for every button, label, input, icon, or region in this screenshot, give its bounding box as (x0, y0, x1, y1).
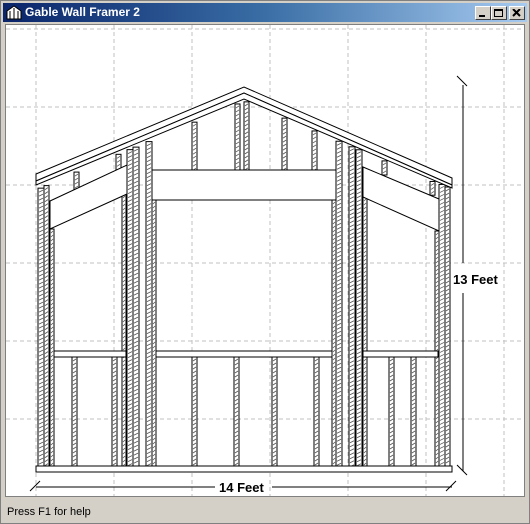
maximize-button[interactable] (491, 6, 507, 20)
maximize-icon (494, 9, 503, 17)
end-stud-right (438, 183, 446, 467)
gable-house-icon[interactable] (6, 5, 22, 20)
close-icon (512, 9, 521, 17)
close-button[interactable] (509, 6, 525, 20)
sill-cripple-stud (271, 356, 278, 467)
status-text: Press F1 for help (7, 506, 91, 518)
cripple-stud (243, 101, 250, 171)
cripple-stud (429, 180, 436, 196)
status-bar: Press F1 for help (3, 501, 529, 523)
gable-wall-drawing: 13 Feet 14 Feet (6, 25, 524, 496)
drawing-canvas[interactable]: 13 Feet 14 Feet (5, 24, 525, 497)
cripple-stud (311, 130, 318, 172)
end-stud-left (37, 187, 45, 467)
cripple-stud (191, 121, 198, 171)
jack-stud (331, 199, 337, 467)
sill-cripple-stud (313, 356, 320, 467)
cripple-stud (234, 103, 241, 171)
jack-stud (49, 228, 55, 467)
window-title: Gable Wall Framer 2 (25, 5, 140, 19)
jack-stud (434, 230, 440, 467)
width-label: 14 Feet (219, 480, 264, 495)
jack-stud (121, 193, 127, 467)
minimize-button[interactable] (475, 6, 491, 20)
bottom-plate (35, 465, 453, 473)
cripple-stud (281, 117, 288, 171)
sill-cripple-stud (71, 356, 78, 467)
minimize-icon (479, 15, 485, 17)
king-stud (145, 141, 153, 467)
title-bar[interactable]: Gable Wall Framer 2 (3, 3, 527, 22)
end-stud-right (444, 186, 451, 467)
king-stud (132, 146, 140, 467)
center-window-header (151, 169, 337, 201)
cripple-stud (381, 160, 388, 176)
end-stud-left (43, 185, 50, 467)
sill-cripple-stud (388, 356, 395, 467)
jack-stud (151, 199, 157, 467)
center-window-sill (155, 350, 333, 358)
king-stud (335, 140, 343, 467)
sill-cripple-stud (191, 356, 198, 467)
dimension-lines: 13 Feet 14 Feet (29, 75, 498, 495)
jack-stud (362, 196, 368, 467)
sill-cripple-stud (410, 356, 417, 467)
king-stud (355, 149, 363, 467)
sill-cripple-stud (233, 356, 240, 467)
height-label: 13 Feet (453, 272, 498, 287)
cripple-stud (73, 171, 80, 191)
app-window: Gable Wall Framer 2 13 Feet 14 Feet Pres… (0, 0, 530, 524)
sill-cripple-stud (111, 356, 118, 467)
left-window-sill (53, 350, 127, 358)
king-stud (126, 149, 134, 467)
right-window-sill (362, 350, 439, 358)
king-stud (348, 146, 356, 468)
